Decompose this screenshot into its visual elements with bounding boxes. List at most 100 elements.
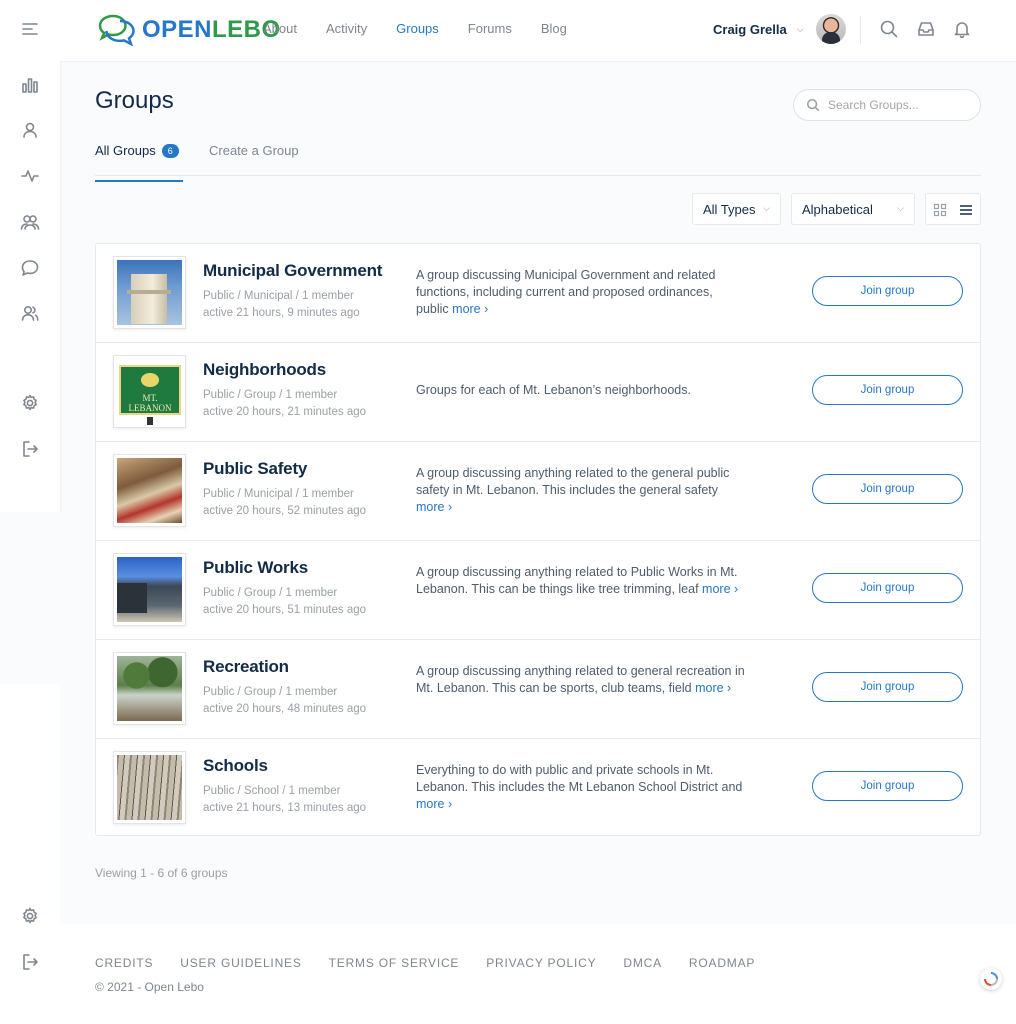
menu-toggle-icon[interactable] — [18, 17, 42, 41]
logout-icon[interactable] — [18, 437, 42, 461]
group-name[interactable]: Public Works — [203, 558, 308, 578]
footer-link-roadmap[interactable]: ROADMAP — [689, 956, 755, 970]
group-type: Public / Municipal / 1 member — [203, 488, 354, 500]
profile-icon[interactable] — [18, 118, 42, 142]
nav-blog[interactable]: Blog — [541, 21, 567, 36]
join-group-button[interactable]: Join group — [812, 474, 963, 504]
tab-create-group[interactable]: Create a Group — [209, 143, 299, 158]
page-title: Groups — [95, 87, 174, 114]
group-avatar[interactable] — [113, 454, 186, 527]
settings-icon[interactable] — [18, 391, 42, 415]
group-description: Groups for each of Mt. Lebanon’s neighbo… — [416, 382, 746, 399]
group-meta: Public / Municipal / 1 member active 21 h… — [203, 288, 360, 322]
type-filter-select[interactable]: All Types ⌵ — [692, 193, 781, 225]
type-filter-value: All Types — [703, 201, 756, 217]
read-more-link[interactable]: more › — [702, 582, 738, 596]
group-name[interactable]: Municipal Government — [203, 261, 382, 281]
chevron-down-icon: ⌵ — [796, 23, 804, 34]
group-last-active: active 21 hours, 9 minutes ago — [203, 307, 360, 319]
group-tabs: All Groups 6 Create a Group — [95, 140, 981, 182]
group-name[interactable]: Public Safety — [203, 459, 307, 479]
recaptcha-badge-icon[interactable] — [980, 968, 1002, 990]
group-type: Public / Group / 1 member — [203, 686, 338, 698]
stats-icon[interactable] — [18, 73, 42, 97]
left-sidebar — [0, 0, 60, 1024]
avatar[interactable] — [815, 14, 846, 44]
groups-icon[interactable] — [18, 210, 42, 234]
forums-icon[interactable] — [18, 256, 42, 280]
user-menu[interactable]: Craig Grella ⌵ — [713, 14, 846, 44]
nav-activity[interactable]: Activity — [326, 21, 367, 36]
tab-all-groups-label: All Groups — [95, 143, 156, 158]
group-meta: Public / Group / 1 member active 20 hours… — [203, 585, 366, 619]
group-name[interactable]: Recreation — [203, 657, 289, 677]
sign-text: MT. LEBANON — [128, 393, 172, 413]
chevron-down-icon: ⌵ — [897, 203, 904, 213]
search-input[interactable] — [828, 98, 968, 112]
search-icon[interactable] — [879, 19, 901, 41]
read-more-link[interactable]: more › — [452, 302, 488, 316]
group-count-badge: 6 — [161, 144, 179, 158]
speech-bubbles-icon — [98, 14, 135, 47]
view-toggle — [925, 193, 981, 225]
group-avatar[interactable] — [113, 256, 186, 329]
nav-about[interactable]: About — [263, 21, 297, 36]
top-header: OPENLEBO About Activity Groups Forums Bl… — [60, 0, 1016, 62]
group-search[interactable] — [793, 89, 981, 121]
join-group-button[interactable]: Join group — [812, 375, 963, 405]
group-name[interactable]: Schools — [203, 756, 268, 776]
order-filter-select[interactable]: Alphabetical ⌵ — [791, 193, 915, 225]
join-group-button[interactable]: Join group — [812, 276, 963, 306]
grid-view-icon[interactable] — [930, 200, 950, 220]
list-view-icon[interactable] — [956, 200, 976, 220]
group-avatar[interactable] — [113, 652, 186, 725]
group-name[interactable]: Neighborhoods — [203, 360, 326, 380]
group-meta: Public / Group / 1 member active 20 hours… — [203, 684, 366, 718]
group-meta: Public / Municipal / 1 member active 20 h… — [203, 486, 366, 520]
sidebar-gap — [0, 512, 60, 684]
nav-forums[interactable]: Forums — [468, 21, 512, 36]
group-last-active: active 20 hours, 51 minutes ago — [203, 604, 367, 616]
group-item: Recreation Public / Group / 1 member acti… — [96, 640, 980, 739]
read-more-link[interactable]: more › — [416, 797, 452, 811]
group-description: A group discussing anything related to g… — [416, 663, 746, 697]
copyright: © 2021 - Open Lebo — [95, 980, 204, 994]
read-more-link[interactable]: more › — [695, 681, 731, 695]
group-description: A group discussing anything related to t… — [416, 465, 746, 516]
footer-link-credits[interactable]: CREDITS — [95, 956, 153, 970]
group-type: Public / School / 1 member — [203, 785, 341, 797]
group-avatar[interactable] — [113, 751, 186, 824]
search-icon — [806, 98, 820, 112]
group-type: Public / Group / 1 member — [203, 587, 338, 599]
members-icon[interactable] — [18, 301, 42, 325]
footer-link-dmca[interactable]: DMCA — [623, 956, 662, 970]
group-item: Public Works Public / Group / 1 member ac… — [96, 541, 980, 640]
group-description: Everything to do with public and private… — [416, 762, 746, 813]
settings-icon-bottom[interactable] — [18, 904, 42, 928]
inbox-icon[interactable] — [916, 19, 938, 41]
activity-icon[interactable] — [18, 164, 42, 188]
footer-link-terms[interactable]: TERMS OF SERVICE — [329, 956, 460, 970]
join-group-button[interactable]: Join group — [812, 771, 963, 801]
brand-name: OPENLEBO — [142, 16, 281, 44]
join-group-button[interactable]: Join group — [812, 672, 963, 702]
bell-icon[interactable] — [952, 19, 974, 41]
openlebo-logo[interactable]: OPENLEBO — [96, 12, 281, 48]
nav-groups[interactable]: Groups — [396, 21, 439, 36]
footer-link-user-guidelines[interactable]: USER GUIDELINES — [180, 956, 301, 970]
group-item: MT. LEBANON Neighborhoods Public / Group… — [96, 343, 980, 442]
group-last-active: active 20 hours, 21 minutes ago — [203, 406, 367, 418]
pagination-count: Viewing 1 - 6 of 6 groups — [95, 866, 228, 880]
group-type: Public / Group / 1 member — [203, 389, 338, 401]
group-type: Public / Municipal / 1 member — [203, 290, 354, 302]
group-avatar[interactable] — [113, 553, 186, 626]
group-description: A group discussing Municipal Government … — [416, 267, 746, 318]
logout-icon-bottom[interactable] — [18, 950, 42, 974]
footer-link-privacy[interactable]: PRIVACY POLICY — [486, 956, 596, 970]
group-last-active: active 20 hours, 48 minutes ago — [203, 703, 367, 715]
group-last-active: active 21 hours, 13 minutes ago — [203, 802, 367, 814]
tab-all-groups[interactable]: All Groups 6 — [95, 143, 183, 182]
read-more-link[interactable]: more › — [416, 500, 452, 514]
group-avatar[interactable]: MT. LEBANON — [113, 355, 186, 428]
join-group-button[interactable]: Join group — [812, 573, 963, 603]
